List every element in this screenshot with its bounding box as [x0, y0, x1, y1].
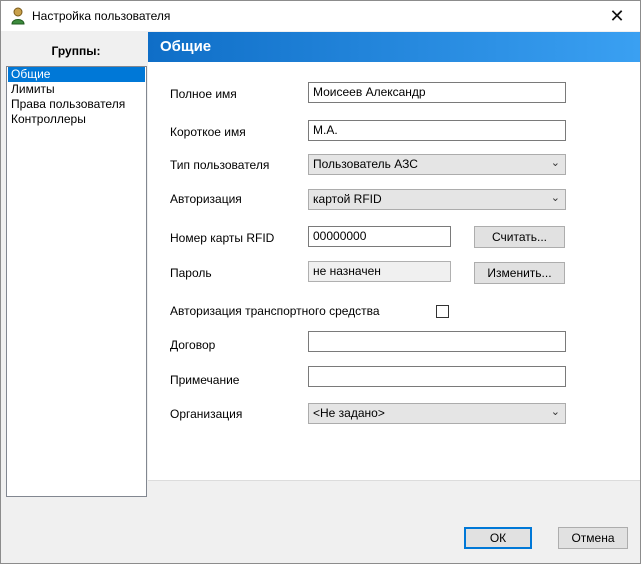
general-settings-pane: Полное имя Моисеев Александр Короткое им… — [148, 62, 640, 480]
group-item-limits[interactable]: Лимиты — [8, 82, 145, 97]
password-label: Пароль — [170, 266, 212, 280]
full-name-input[interactable]: Моисеев Александр — [308, 82, 566, 103]
short-name-input[interactable]: М.А. — [308, 120, 566, 141]
user-type-value: Пользователь АЗС — [313, 157, 418, 171]
ok-button[interactable]: ОК — [464, 527, 532, 549]
window-title: Настройка пользователя — [32, 9, 171, 23]
organization-select[interactable]: <Не задано> ⌄ — [308, 403, 566, 424]
groups-header: Группы: — [51, 44, 101, 58]
authorization-label: Авторизация — [170, 192, 242, 206]
organization-label: Организация — [170, 407, 243, 421]
group-item-user-rights[interactable]: Права пользователя — [8, 97, 145, 112]
user-type-label: Тип пользователя — [170, 158, 270, 172]
chevron-down-icon: ⌄ — [550, 157, 560, 169]
section-title: Общие — [148, 32, 640, 62]
vehicle-auth-label: Авторизация транспортного средства — [170, 304, 380, 318]
short-name-label: Короткое имя — [170, 125, 246, 139]
groups-list[interactable]: Общие Лимиты Права пользователя Контролл… — [6, 66, 147, 497]
user-type-select[interactable]: Пользователь АЗС ⌄ — [308, 154, 566, 175]
password-field: не назначен — [308, 261, 451, 282]
full-name-label: Полное имя — [170, 87, 237, 101]
contract-input[interactable] — [308, 331, 566, 352]
cancel-button[interactable]: Отмена — [558, 527, 628, 549]
user-icon — [11, 7, 25, 25]
note-input[interactable] — [308, 366, 566, 387]
authorization-value: картой RFID — [313, 192, 382, 206]
rfid-label: Номер карты RFID — [170, 231, 275, 245]
authorization-select[interactable]: картой RFID ⌄ — [308, 189, 566, 210]
close-button[interactable]: ✕ — [594, 1, 640, 31]
group-item-controllers[interactable]: Контроллеры — [8, 112, 145, 127]
dialog-window: Настройка пользователя ✕ Группы: Общие Л… — [0, 0, 641, 564]
chevron-down-icon: ⌄ — [550, 406, 560, 418]
close-icon: ✕ — [609, 6, 625, 26]
group-item-general[interactable]: Общие — [8, 67, 145, 82]
chevron-down-icon: ⌄ — [550, 192, 560, 204]
note-label: Примечание — [170, 373, 240, 387]
vehicle-auth-checkbox[interactable] — [436, 305, 449, 318]
change-password-button[interactable]: Изменить... — [474, 262, 565, 284]
organization-value: <Не задано> — [313, 406, 385, 420]
read-rfid-button[interactable]: Считать... — [474, 226, 565, 248]
title-bar[interactable]: Настройка пользователя ✕ — [1, 1, 640, 31]
footer-divider — [148, 480, 640, 481]
contract-label: Договор — [170, 338, 216, 352]
rfid-input[interactable]: 00000000 — [308, 226, 451, 247]
